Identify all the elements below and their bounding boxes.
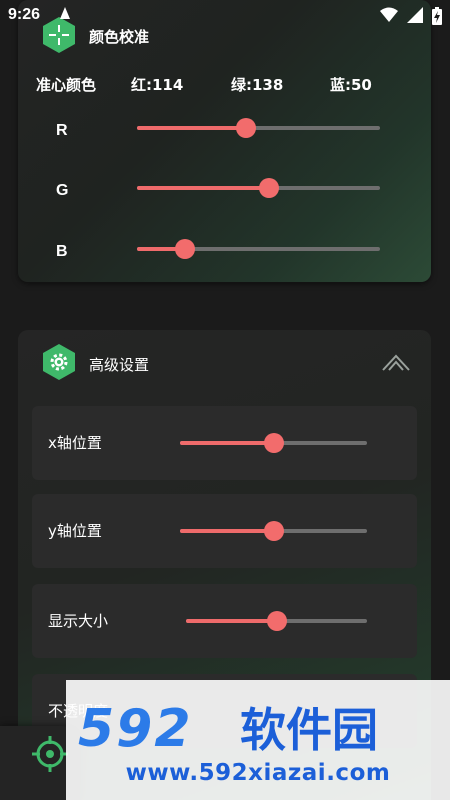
- channel-label-g: G: [56, 182, 69, 199]
- y-position-slider[interactable]: [180, 521, 367, 541]
- slider-fill: [137, 186, 269, 190]
- signal-icon: [406, 7, 423, 23]
- slider-fill: [180, 441, 274, 445]
- watermark-url: www.592xiazai.com: [125, 760, 391, 786]
- status-icons: [376, 7, 442, 25]
- svg-text:软件园: 软件园: [240, 703, 378, 756]
- watermark: 592 软件园 www.592xiazai.com: [66, 680, 450, 800]
- channel-row-b: B: [18, 239, 431, 269]
- slider-thumb[interactable]: [263, 521, 284, 541]
- x-position-slider[interactable]: [180, 433, 367, 453]
- slider-fill: [186, 619, 277, 623]
- wifi-icon: [379, 7, 398, 22]
- crosshair-color-label: 准心颜色: [36, 76, 97, 94]
- advanced-card-title: 高级设置: [89, 356, 150, 374]
- crosshair-target-icon: [32, 736, 68, 772]
- collapse-up-icon[interactable]: [381, 350, 411, 374]
- rgb-values-header: 准心颜色 红:114 绿:138 蓝:50: [18, 72, 431, 96]
- slider-thumb[interactable]: [263, 433, 284, 453]
- color-calibration-card: 颜色校准 准心颜色 红:114 绿:138 蓝:50 R G B: [18, 0, 431, 282]
- notification-icon: [60, 7, 70, 19]
- green-value: 绿:138: [231, 76, 284, 94]
- slider-fill: [137, 126, 246, 130]
- blue-value: 蓝:50: [330, 76, 372, 94]
- channel-row-r: R: [18, 118, 431, 148]
- red-slider[interactable]: [137, 118, 380, 138]
- display-size-label: 显示大小: [48, 612, 109, 630]
- app-screen: 9:26 颜色校准 准心颜色 红:114 绿:138 蓝:50 R G B 高级…: [0, 0, 450, 800]
- slider-thumb[interactable]: [258, 178, 279, 198]
- status-time: 9:26: [8, 6, 41, 23]
- channel-row-g: G: [18, 178, 431, 208]
- y-position-label: y轴位置: [48, 522, 102, 540]
- slider-fill: [180, 529, 274, 533]
- channel-label-r: R: [56, 122, 68, 139]
- battery-icon: [432, 7, 442, 25]
- green-slider[interactable]: [137, 178, 380, 198]
- red-value: 红:114: [131, 76, 184, 94]
- setting-row-display-size: 显示大小: [32, 584, 417, 658]
- blue-slider[interactable]: [137, 239, 380, 259]
- setting-row-y-position: y轴位置: [32, 494, 417, 568]
- x-position-label: x轴位置: [48, 434, 102, 452]
- slider-thumb[interactable]: [266, 611, 287, 631]
- status-bar: 9:26: [0, 0, 450, 32]
- channel-label-b: B: [56, 243, 68, 260]
- svg-text:592: 592: [78, 699, 193, 756]
- watermark-logo: 592 软件园: [78, 699, 378, 756]
- slider-thumb[interactable]: [174, 239, 195, 259]
- slider-thumb[interactable]: [235, 118, 256, 138]
- setting-row-x-position: x轴位置: [32, 406, 417, 480]
- gear-icon: [43, 344, 75, 380]
- display-size-slider[interactable]: [186, 611, 367, 631]
